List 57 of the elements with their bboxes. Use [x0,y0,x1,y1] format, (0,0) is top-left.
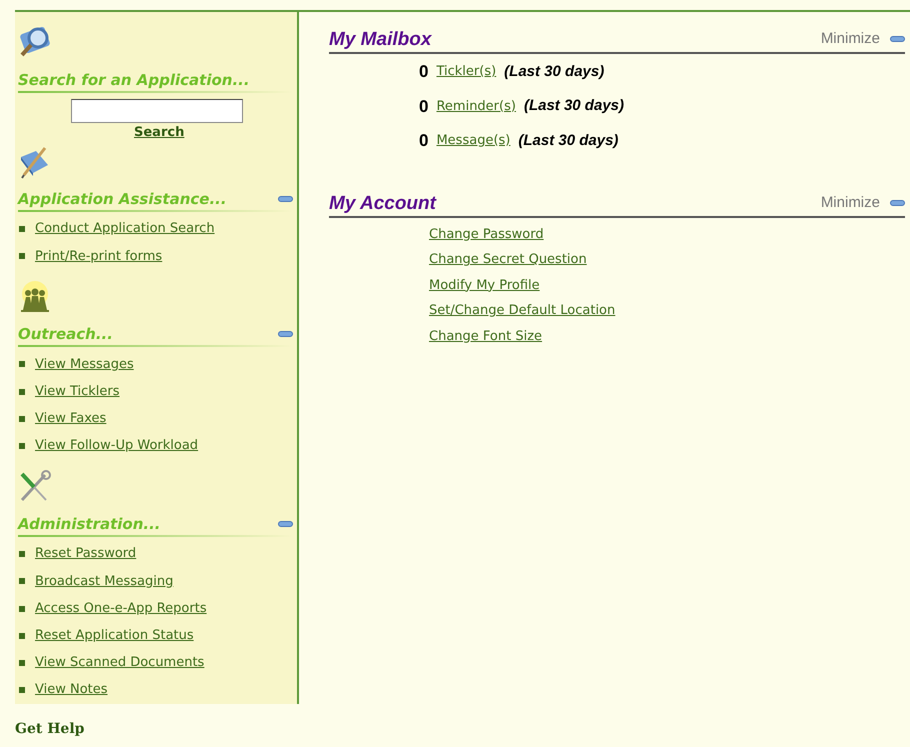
panel-title: My Account [329,192,436,214]
search-field[interactable] [71,99,243,123]
sidebar-heading: Administration... [18,514,160,534]
search-link[interactable]: Search [134,123,184,142]
sidebar-link[interactable]: View Notes [35,680,108,700]
people-icon [18,280,52,314]
minimize-button[interactable]: Minimize [820,192,905,214]
minimize-button[interactable]: Minimize [820,28,905,50]
account-link[interactable]: Change Password [429,224,544,244]
sidebar-link[interactable]: View Scanned Documents [35,653,204,673]
tools-icon [18,470,52,504]
sidebar-heading: Search for an Application... [18,70,250,90]
account-link[interactable]: Modify My Profile [429,276,540,296]
bullet-icon [19,416,25,422]
count: 0 [419,61,428,83]
collapse-icon[interactable] [890,200,905,206]
bullet-icon [19,226,25,232]
account-link[interactable]: Set/Change Default Location [429,301,616,321]
bullet-icon [19,578,25,584]
account-link[interactable]: Change Secret Question [429,250,587,270]
bullet-icon [19,632,25,639]
mailbox-link[interactable]: Message(s) [436,131,510,150]
sidebar-link[interactable]: Print/Re-print forms [35,246,162,266]
sidebar-link[interactable]: Reset Password [35,544,136,564]
sidebar-link[interactable]: Conduct Application Search [35,219,215,239]
bullet-icon [19,687,25,694]
bullet-icon [19,388,25,395]
bullet-icon [19,443,25,450]
sidebar-link[interactable]: Reset Application Status [35,626,194,646]
search-icon [18,24,52,58]
get-help-link[interactable]: Get Help [15,720,910,738]
bullet-icon [19,551,25,558]
bullet-icon [19,606,25,612]
sidebar-link[interactable]: Broadcast Messaging [35,572,174,592]
count: 0 [419,96,428,118]
collapse-icon[interactable] [278,330,293,337]
sidebar-link[interactable]: View Follow-Up Workload [35,436,198,456]
sidebar-heading: Outreach... [18,324,113,344]
bullet-icon [19,660,25,666]
collapse-icon[interactable] [890,36,905,42]
date-range: (Last 30 days) [504,62,604,82]
sidebar-link[interactable]: View Ticklers [35,382,120,402]
date-range: (Last 30 days) [524,96,624,116]
count: 0 [419,130,428,152]
date-range: (Last 30 days) [518,130,618,150]
collapse-icon[interactable] [278,520,293,527]
sidebar-link[interactable]: View Faxes [35,409,106,429]
mailbox-link[interactable]: Reminder(s) [436,96,516,116]
sidebar-link[interactable]: Access One-e-App Reports [35,598,207,618]
account-link[interactable]: Change Font Size [429,326,542,346]
mailbox-link[interactable]: Tickler(s) [436,62,496,82]
bullet-icon [19,253,25,260]
sidebar-link[interactable]: View Messages [35,354,134,374]
panel-title: My Mailbox [329,28,432,50]
collapse-icon[interactable] [278,196,293,202]
sidebar-heading: Application Assistance... [18,188,227,208]
bullet-icon [19,361,25,368]
